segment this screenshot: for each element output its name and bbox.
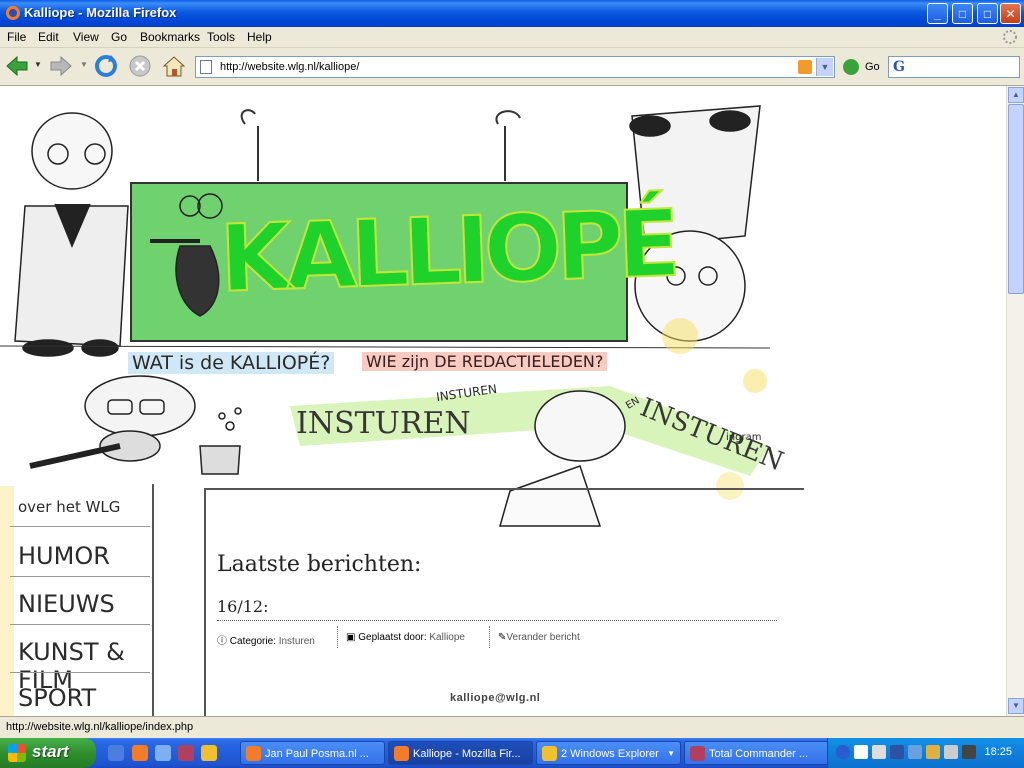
rabbit-skeleton-illustration <box>150 193 223 317</box>
status-text: http://website.wlg.nl/kalliope/index.php <box>6 721 194 733</box>
close-icon: ✕ <box>1005 6 1016 21</box>
vertical-scrollbar[interactable]: ▲ ▼ <box>1006 86 1024 716</box>
user-icon: ▣ <box>346 632 359 643</box>
stop-icon[interactable] <box>127 53 153 79</box>
clock: 18:25 <box>984 746 1012 758</box>
link-wie-zijn-redactieleden[interactable]: WIE zijn DE REDACTIELEDEN? <box>362 352 608 371</box>
windows-logo-icon <box>8 744 26 762</box>
page-viewport: KALLIOPÉ WAT is de KALLIOPÉ? WIE zijn DE… <box>0 86 1006 716</box>
throbber-icon <box>1003 30 1017 44</box>
tray-monitor-icon[interactable] <box>962 745 976 759</box>
firefox-icon <box>246 746 261 761</box>
tray-word-icon[interactable] <box>854 745 868 759</box>
menu-view[interactable]: View <box>73 30 99 44</box>
quicklaunch-desktop-icon[interactable] <box>155 745 171 761</box>
menu-over-het-wlg[interactable]: over het WLG <box>18 498 120 516</box>
tray-network-icon[interactable] <box>890 745 904 759</box>
back-dropdown-icon[interactable]: ▼ <box>34 60 42 69</box>
go-icon[interactable] <box>843 59 859 75</box>
link-ingram: ingram <box>726 432 762 443</box>
meta-separator <box>337 626 338 648</box>
tray-bluetooth-icon[interactable] <box>908 745 922 759</box>
rss-feed-icon[interactable] <box>798 60 812 74</box>
home-icon[interactable] <box>161 53 187 79</box>
taskbar: start Jan Paul Posma.nl ... Kalliope - M… <box>0 738 1024 768</box>
firefox-icon <box>6 6 20 20</box>
folder-icon <box>542 746 557 761</box>
maximize-icon: □ <box>983 6 992 21</box>
content-frame <box>204 488 804 716</box>
start-label: start <box>32 742 69 761</box>
menu-tools[interactable]: Tools <box>207 30 235 44</box>
post-divider <box>217 620 777 621</box>
forward-icon[interactable] <box>48 53 74 79</box>
post-category: ⓘ Categorie: Insturen <box>217 636 315 647</box>
edit-post[interactable]: ✎Verander bericht <box>498 632 580 643</box>
firefox-icon <box>394 746 409 761</box>
tray-expand-icon[interactable] <box>836 745 850 759</box>
back-icon[interactable] <box>4 53 30 79</box>
task-kalliope[interactable]: Kalliope - Mozilla Fir... <box>388 741 533 765</box>
quicklaunch-ie-icon[interactable] <box>108 745 124 761</box>
menu-go[interactable]: Go <box>111 30 127 44</box>
scroll-up-icon[interactable]: ▲ <box>1008 87 1024 103</box>
post-author: ▣ Geplaatst door: Kalliope <box>346 632 465 643</box>
window-title: Kalliope - Mozilla Firefox <box>24 5 177 20</box>
meta-separator <box>489 626 490 648</box>
go-button-label[interactable]: Go <box>865 61 880 73</box>
reload-icon[interactable] <box>93 53 119 79</box>
minimize-button[interactable]: _ <box>927 3 948 24</box>
menu-file[interactable]: File <box>7 30 26 44</box>
menu-bar: File Edit View Go Bookmarks Tools Help <box>0 27 1024 48</box>
quicklaunch-firefox-icon[interactable] <box>132 745 148 761</box>
minimize-icon: _ <box>934 6 941 21</box>
quicklaunch-app-icon[interactable] <box>178 745 194 761</box>
task-jan-paul-posma[interactable]: Jan Paul Posma.nl ... <box>240 741 385 765</box>
total-commander-icon <box>690 746 705 761</box>
menu-bookmarks[interactable]: Bookmarks <box>140 30 200 44</box>
menu-sport[interactable]: SPORT <box>18 684 96 712</box>
restore-icon: □ <box>958 6 967 21</box>
close-button[interactable]: ✕ <box>1000 3 1021 24</box>
search-box[interactable]: G <box>888 56 1020 78</box>
tray-app2-icon[interactable] <box>926 745 940 759</box>
page-icon <box>200 60 212 74</box>
latest-posts-heading: Laatste berichten: <box>217 552 422 577</box>
status-bar: http://website.wlg.nl/kalliope/index.php <box>0 716 1024 738</box>
task-windows-explorer[interactable]: 2 Windows Explorer ▼ <box>536 741 681 765</box>
url-text: http://website.wlg.nl/kalliope/ <box>220 61 360 73</box>
menu-humor[interactable]: HUMOR <box>18 542 110 570</box>
window-titlebar: Kalliope - Mozilla Firefox _ □ □ ✕ <box>0 0 1024 27</box>
start-button[interactable]: start <box>0 738 96 768</box>
url-dropdown-icon[interactable]: ▼ <box>816 58 833 76</box>
task-total-commander[interactable]: Total Commander ... <box>684 741 829 765</box>
banner-title: KALLIOPÉ <box>217 189 677 314</box>
chevron-down-icon: ▼ <box>667 749 675 758</box>
post-date: 16/12: <box>217 597 269 616</box>
restore-button[interactable]: □ <box>952 3 973 24</box>
link-insturen[interactable]: INSTUREN <box>296 406 471 441</box>
link-wat-is-kalliope[interactable]: WAT is de KALLIOPÉ? <box>128 352 335 374</box>
left-menu: over het WLG HUMOR NIEUWS KUNST & FILM S… <box>0 484 154 716</box>
menu-edit[interactable]: Edit <box>38 30 59 44</box>
google-search-icon[interactable]: G <box>893 59 905 75</box>
scroll-down-icon[interactable]: ▼ <box>1008 698 1024 714</box>
menu-nieuws[interactable]: NIEUWS <box>18 590 115 618</box>
footer-email-link[interactable]: kalliope@wlg.nl <box>450 692 540 704</box>
quicklaunch-explorer-icon[interactable] <box>201 745 217 761</box>
address-bar[interactable]: http://website.wlg.nl/kalliope/ ▼ <box>195 56 835 78</box>
system-tray: 18:25 <box>827 738 1024 768</box>
info-icon: ⓘ <box>217 636 230 647</box>
author-link[interactable]: Kalliope <box>429 632 465 643</box>
tray-volume-icon[interactable] <box>944 745 958 759</box>
maximize-button[interactable]: □ <box>977 3 998 24</box>
category-link[interactable]: Insturen <box>279 636 315 647</box>
scroll-thumb[interactable] <box>1008 104 1024 294</box>
forward-dropdown-icon[interactable]: ▼ <box>80 60 88 69</box>
menu-help[interactable]: Help <box>247 30 272 44</box>
tray-app-icon[interactable] <box>872 745 886 759</box>
